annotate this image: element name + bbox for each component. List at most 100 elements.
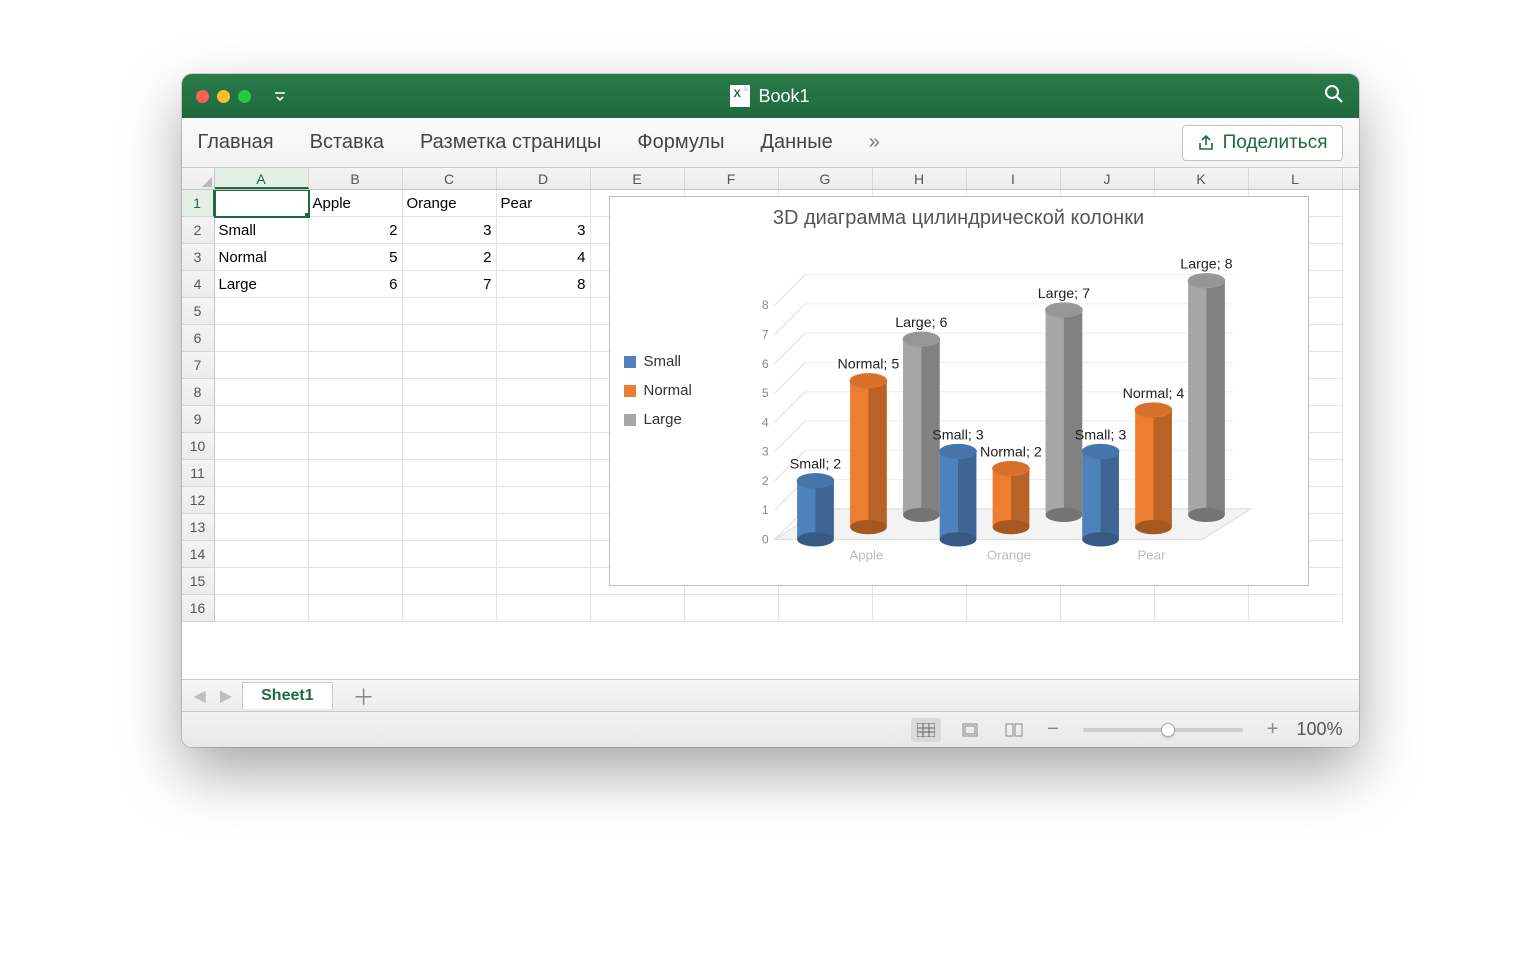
row-header-13[interactable]: 13 bbox=[182, 514, 215, 541]
cell-D8[interactable] bbox=[497, 379, 591, 406]
col-header-C[interactable]: C bbox=[403, 168, 497, 189]
cell-C14[interactable] bbox=[403, 541, 497, 568]
select-all-corner[interactable] bbox=[182, 168, 215, 189]
cell-D11[interactable] bbox=[497, 460, 591, 487]
cell-A3[interactable]: Normal bbox=[215, 244, 309, 271]
cell-D9[interactable] bbox=[497, 406, 591, 433]
cell-B7[interactable] bbox=[309, 352, 403, 379]
cell-F16[interactable] bbox=[685, 595, 779, 622]
col-header-F[interactable]: F bbox=[685, 168, 779, 189]
col-header-L[interactable]: L bbox=[1249, 168, 1343, 189]
col-header-H[interactable]: H bbox=[873, 168, 967, 189]
cell-A1[interactable] bbox=[215, 190, 309, 217]
maximize-window-button[interactable] bbox=[238, 90, 251, 103]
row-header-6[interactable]: 6 bbox=[182, 325, 215, 352]
row-header-7[interactable]: 7 bbox=[182, 352, 215, 379]
cell-A16[interactable] bbox=[215, 595, 309, 622]
col-header-E[interactable]: E bbox=[591, 168, 685, 189]
cell-B14[interactable] bbox=[309, 541, 403, 568]
cell-C13[interactable] bbox=[403, 514, 497, 541]
tab-page-layout[interactable]: Разметка страницы bbox=[420, 131, 601, 154]
cell-D4[interactable]: 8 bbox=[497, 271, 591, 298]
cell-A15[interactable] bbox=[215, 568, 309, 595]
cell-A10[interactable] bbox=[215, 433, 309, 460]
cell-D3[interactable]: 4 bbox=[497, 244, 591, 271]
cell-D7[interactable] bbox=[497, 352, 591, 379]
row-header-5[interactable]: 5 bbox=[182, 298, 215, 325]
row-header-15[interactable]: 15 bbox=[182, 568, 215, 595]
row-header-3[interactable]: 3 bbox=[182, 244, 215, 271]
cell-B4[interactable]: 6 bbox=[309, 271, 403, 298]
row-header-2[interactable]: 2 bbox=[182, 217, 215, 244]
row-header-8[interactable]: 8 bbox=[182, 379, 215, 406]
row-header-10[interactable]: 10 bbox=[182, 433, 215, 460]
cell-C10[interactable] bbox=[403, 433, 497, 460]
cell-B5[interactable] bbox=[309, 298, 403, 325]
cell-K16[interactable] bbox=[1155, 595, 1249, 622]
cell-B1[interactable]: Apple bbox=[309, 190, 403, 217]
minimize-window-button[interactable] bbox=[217, 90, 230, 103]
cell-B16[interactable] bbox=[309, 595, 403, 622]
cell-A14[interactable] bbox=[215, 541, 309, 568]
cell-D14[interactable] bbox=[497, 541, 591, 568]
cell-B3[interactable]: 5 bbox=[309, 244, 403, 271]
cell-D10[interactable] bbox=[497, 433, 591, 460]
cell-D2[interactable]: 3 bbox=[497, 217, 591, 244]
cell-B12[interactable] bbox=[309, 487, 403, 514]
col-header-G[interactable]: G bbox=[779, 168, 873, 189]
cell-A12[interactable] bbox=[215, 487, 309, 514]
cell-C12[interactable] bbox=[403, 487, 497, 514]
cell-B10[interactable] bbox=[309, 433, 403, 460]
cell-C8[interactable] bbox=[403, 379, 497, 406]
cell-C11[interactable] bbox=[403, 460, 497, 487]
col-header-J[interactable]: J bbox=[1061, 168, 1155, 189]
cell-A11[interactable] bbox=[215, 460, 309, 487]
cell-C5[interactable] bbox=[403, 298, 497, 325]
cell-B13[interactable] bbox=[309, 514, 403, 541]
cell-A2[interactable]: Small bbox=[215, 217, 309, 244]
cell-C16[interactable] bbox=[403, 595, 497, 622]
cell-H16[interactable] bbox=[873, 595, 967, 622]
cell-C7[interactable] bbox=[403, 352, 497, 379]
tab-insert[interactable]: Вставка bbox=[310, 131, 384, 154]
quick-access-menu[interactable] bbox=[269, 85, 291, 107]
chart-object[interactable]: 3D диаграмма цилиндрической колонки Smal… bbox=[609, 196, 1309, 586]
cell-B15[interactable] bbox=[309, 568, 403, 595]
row-header-12[interactable]: 12 bbox=[182, 487, 215, 514]
tab-formulas[interactable]: Формулы bbox=[637, 131, 724, 154]
share-button[interactable]: Поделиться bbox=[1182, 125, 1343, 161]
cell-A13[interactable] bbox=[215, 514, 309, 541]
view-normal-button[interactable] bbox=[911, 718, 941, 742]
cell-I16[interactable] bbox=[967, 595, 1061, 622]
cell-D6[interactable] bbox=[497, 325, 591, 352]
search-button[interactable] bbox=[1323, 83, 1345, 110]
add-sheet-button[interactable]: ＋ bbox=[339, 680, 389, 712]
cell-C4[interactable]: 7 bbox=[403, 271, 497, 298]
zoom-slider[interactable] bbox=[1083, 728, 1243, 732]
cell-C3[interactable]: 2 bbox=[403, 244, 497, 271]
col-header-K[interactable]: K bbox=[1155, 168, 1249, 189]
cell-C2[interactable]: 3 bbox=[403, 217, 497, 244]
sheet-tab-active[interactable]: Sheet1 bbox=[242, 682, 332, 709]
sheet-nav-prev[interactable]: ◀ bbox=[190, 686, 210, 706]
cell-D12[interactable] bbox=[497, 487, 591, 514]
cell-L16[interactable] bbox=[1249, 595, 1343, 622]
zoom-out-button[interactable]: − bbox=[1043, 718, 1063, 741]
cell-A9[interactable] bbox=[215, 406, 309, 433]
cell-B11[interactable] bbox=[309, 460, 403, 487]
col-header-B[interactable]: B bbox=[309, 168, 403, 189]
tab-data[interactable]: Данные bbox=[760, 131, 832, 154]
cell-B9[interactable] bbox=[309, 406, 403, 433]
grid-body[interactable]: 1AppleOrangePear2Small2333Normal5244Larg… bbox=[182, 190, 1359, 679]
cell-D1[interactable]: Pear bbox=[497, 190, 591, 217]
cell-D13[interactable] bbox=[497, 514, 591, 541]
cell-A5[interactable] bbox=[215, 298, 309, 325]
cell-C1[interactable]: Orange bbox=[403, 190, 497, 217]
cell-A7[interactable] bbox=[215, 352, 309, 379]
row-header-1[interactable]: 1 bbox=[182, 190, 215, 217]
cell-A4[interactable]: Large bbox=[215, 271, 309, 298]
cell-B8[interactable] bbox=[309, 379, 403, 406]
cell-G16[interactable] bbox=[779, 595, 873, 622]
cell-A8[interactable] bbox=[215, 379, 309, 406]
cell-B2[interactable]: 2 bbox=[309, 217, 403, 244]
